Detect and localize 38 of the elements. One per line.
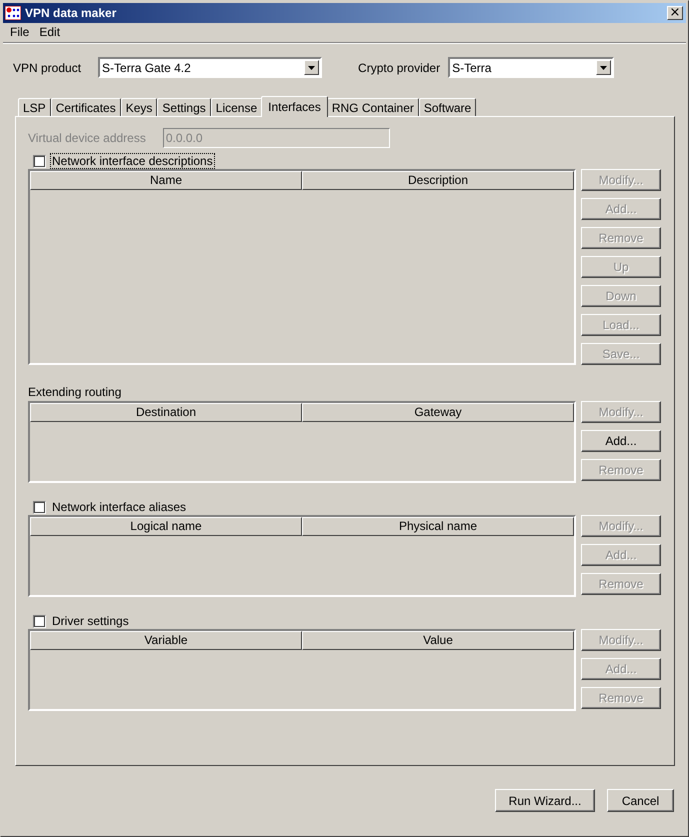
column-header[interactable]: Logical name [30,517,302,536]
column-header[interactable]: Description [302,171,574,190]
checkbox-label[interactable]: Driver settings [50,613,131,629]
field-label: Virtual device address [28,131,146,145]
dialog-button[interactable]: Cancel [607,789,674,812]
vpn-product-dropdown[interactable]: S-Terra Gate 4.2 [98,57,322,78]
column-header[interactable]: Variable [30,631,302,650]
tab[interactable]: Certificates [50,98,121,116]
tab[interactable]: RNG Container [326,98,419,116]
column-header[interactable]: Physical name [302,517,574,536]
dialog-button[interactable]: Run Wizard... [495,789,595,812]
tab[interactable]: LSP [18,98,51,116]
window-title: VPN data maker [25,6,118,20]
column-header[interactable]: Destination [30,403,302,422]
checkbox[interactable] [33,500,46,514]
app-icon [5,6,21,20]
checkbox[interactable] [33,614,46,628]
action-button[interactable]: Add... [581,430,661,452]
dropdown-arrow-icon [308,66,316,70]
checkbox[interactable] [33,154,46,168]
menu-item[interactable]: Edit [34,25,66,39]
column-header[interactable]: Value [302,631,574,650]
tab[interactable]: Interfaces [261,96,328,117]
close-button[interactable]: × [667,6,683,20]
field-label: VPN product [13,60,82,74]
tab[interactable]: Keys [120,98,158,116]
field-label: Crypto provider [358,60,440,74]
menu-item[interactable]: File [5,25,34,39]
column-header[interactable]: Gateway [302,403,574,422]
column-header[interactable]: Name [30,171,302,190]
tab[interactable]: Software [418,98,476,116]
checkbox-label[interactable]: Network interface descriptions [50,153,215,169]
tab[interactable]: License [210,98,262,116]
section-label: Extending routing [28,385,122,401]
tab[interactable]: Settings [157,98,211,116]
dropdown-arrow-icon [600,66,608,70]
checkbox-label[interactable]: Network interface aliases [50,499,188,515]
crypto-provider-dropdown[interactable]: S-Terra [448,57,614,78]
